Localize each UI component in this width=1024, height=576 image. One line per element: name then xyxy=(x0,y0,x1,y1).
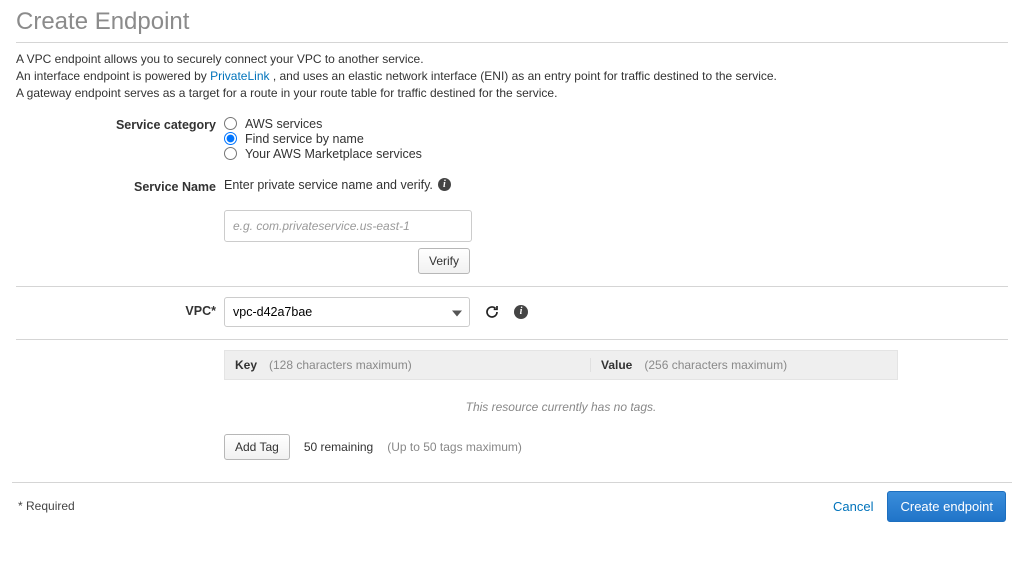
radio-marketplace[interactable]: Your AWS Marketplace services xyxy=(224,147,1008,161)
verify-button[interactable]: Verify xyxy=(418,248,470,274)
privatelink-link[interactable]: PrivateLink xyxy=(210,69,269,83)
radio-marketplace-input[interactable] xyxy=(224,147,237,160)
radio-find-by-name-label: Find service by name xyxy=(245,132,364,146)
page-title: Create Endpoint xyxy=(16,8,1008,36)
footer: * Required Cancel Create endpoint xyxy=(16,491,1008,542)
vpc-info-icon[interactable]: i xyxy=(514,305,528,319)
intro-line-2b: , and uses an elastic network interface … xyxy=(270,69,777,83)
tags-remaining: 50 remaining xyxy=(304,440,373,454)
intro-line-3: A gateway endpoint serves as a target fo… xyxy=(16,85,1008,101)
service-category-options: AWS services Find service by name Your A… xyxy=(224,116,1008,162)
vpc-select-input[interactable] xyxy=(224,297,470,327)
add-tag-row: Add Tag 50 remaining (Up to 50 tags maxi… xyxy=(224,434,898,460)
intro-line-1: A VPC endpoint allows you to securely co… xyxy=(16,51,1008,67)
radio-find-by-name-input[interactable] xyxy=(224,132,237,145)
tags-key-hint: (128 characters maximum) xyxy=(269,358,412,372)
service-name-prompt-text: Enter private service name and verify. xyxy=(224,178,433,192)
section-divider-1 xyxy=(16,286,1008,287)
service-name-input[interactable] xyxy=(224,210,472,242)
service-name-label: Service Name xyxy=(16,178,224,194)
radio-marketplace-label: Your AWS Marketplace services xyxy=(245,147,422,161)
service-category-label: Service category xyxy=(16,116,224,132)
tags-empty-message: This resource currently has no tags. xyxy=(224,380,898,422)
vpc-row: VPC* i xyxy=(16,297,1008,327)
add-tag-button[interactable]: Add Tag xyxy=(224,434,290,460)
create-endpoint-button[interactable]: Create endpoint xyxy=(887,491,1006,522)
tags-key-header-cell: Key (128 characters maximum) xyxy=(225,358,591,372)
required-note: * Required xyxy=(18,499,75,513)
radio-aws-services-label: AWS services xyxy=(245,117,322,131)
tags-key-header: Key xyxy=(235,358,257,372)
service-category-row: Service category AWS services Find servi… xyxy=(16,116,1008,162)
footer-divider xyxy=(12,482,1012,483)
refresh-icon[interactable] xyxy=(484,304,500,320)
service-name-row: Service Name Enter private service name … xyxy=(16,178,1008,274)
radio-find-by-name[interactable]: Find service by name xyxy=(224,132,1008,146)
tags-max-hint: (Up to 50 tags maximum) xyxy=(387,440,522,454)
tags-header-row: Key (128 characters maximum) Value (256 … xyxy=(224,350,898,380)
tags-section: Key (128 characters maximum) Value (256 … xyxy=(224,350,898,460)
intro-line-2: An interface endpoint is powered by Priv… xyxy=(16,68,1008,84)
create-endpoint-page: Create Endpoint A VPC endpoint allows yo… xyxy=(0,0,1024,542)
tags-value-header: Value xyxy=(601,358,632,372)
radio-aws-services[interactable]: AWS services xyxy=(224,117,1008,131)
service-name-prompt: Enter private service name and verify. i xyxy=(224,178,1008,192)
tags-value-hint: (256 characters maximum) xyxy=(644,358,787,372)
vpc-select[interactable] xyxy=(224,297,470,327)
intro-line-2a: An interface endpoint is powered by xyxy=(16,69,210,83)
tags-value-header-cell: Value (256 characters maximum) xyxy=(591,358,797,372)
title-divider xyxy=(16,42,1008,43)
section-divider-2 xyxy=(16,339,1008,340)
radio-aws-services-input[interactable] xyxy=(224,117,237,130)
info-icon[interactable]: i xyxy=(438,178,451,191)
cancel-link[interactable]: Cancel xyxy=(833,499,873,514)
vpc-label: VPC* xyxy=(16,297,224,318)
